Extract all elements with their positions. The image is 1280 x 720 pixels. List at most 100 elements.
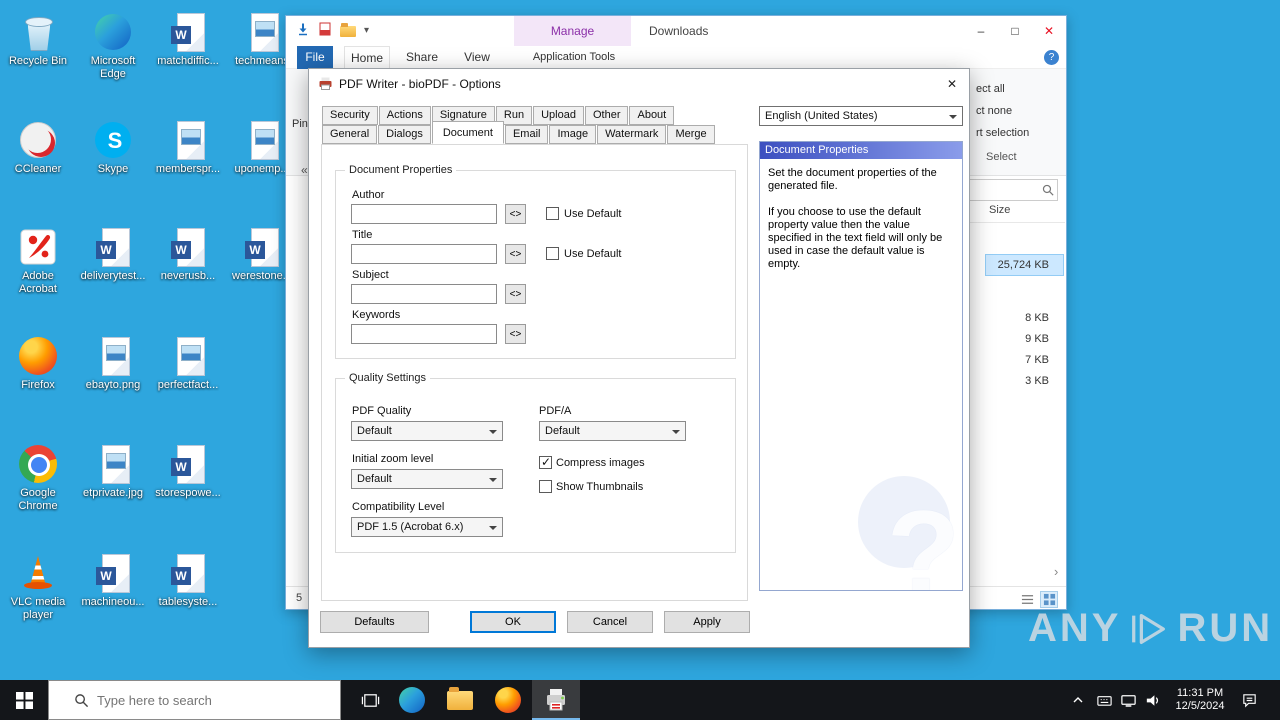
explorer-search-input[interactable] <box>961 181 1039 199</box>
new-folder-icon[interactable] <box>340 23 356 37</box>
tab-actions[interactable]: Actions <box>378 106 431 125</box>
desktop-icon-perfectfact[interactable]: perfectfact... <box>152 336 224 392</box>
maximize-button[interactable]: □ <box>998 16 1032 46</box>
desktop-icon-machineou[interactable]: machineou... <box>77 553 149 609</box>
nav-collapse-chevron[interactable]: « <box>301 163 308 177</box>
tray-touch-keyboard[interactable] <box>1092 680 1116 720</box>
desktop-icon-deliverytest[interactable]: deliverytest... <box>77 227 149 283</box>
tab-general[interactable]: General <box>322 125 378 144</box>
desktop-icon-firefox[interactable]: Firefox <box>2 336 74 392</box>
image-file-icon <box>242 12 282 52</box>
tab-merge[interactable]: Merge <box>667 125 715 144</box>
compress-images-checkbox[interactable] <box>539 455 552 469</box>
tab-dialogs[interactable]: Dialogs <box>378 125 431 144</box>
desktop-icon-storespowe[interactable]: storespowe... <box>152 444 224 500</box>
taskbar-pdf-printer-button-active[interactable] <box>532 680 580 720</box>
taskbar-search-input[interactable] <box>97 692 327 708</box>
desktop-icon-ccleaner[interactable]: CCleaner <box>2 120 74 176</box>
tab-security[interactable]: Security <box>322 106 378 125</box>
pdfa-select[interactable]: Default <box>539 421 686 441</box>
help-button[interactable]: ? <box>1044 50 1059 65</box>
desktop-icon-neverusb[interactable]: neverusb... <box>152 227 224 283</box>
desktop-icon-label: perfectfact... <box>157 379 219 391</box>
minimize-button[interactable]: – <box>964 16 998 46</box>
taskbar-clock[interactable]: 11:31 PM 12/5/2024 <box>1168 680 1232 720</box>
image-file-icon <box>242 120 282 160</box>
tab-image[interactable]: Image <box>549 125 597 144</box>
taskbar-explorer-button[interactable] <box>436 680 484 720</box>
size-column-header[interactable]: Size <box>989 204 1010 216</box>
ribbon-tab-file[interactable]: File <box>297 46 333 69</box>
tray-volume[interactable] <box>1140 680 1164 720</box>
word-document-icon <box>168 227 208 267</box>
subject-macro-button[interactable]: <> <box>505 284 526 304</box>
tab-about[interactable]: About <box>629 106 675 125</box>
tab-email[interactable]: Email <box>504 125 549 144</box>
desktop-icon-matchdiffic[interactable]: matchdiffic... <box>152 12 224 68</box>
action-center-button[interactable] <box>1234 680 1264 720</box>
tray-network[interactable] <box>1116 680 1140 720</box>
title-macro-button[interactable]: <> <box>505 244 526 264</box>
tab-other[interactable]: Other <box>584 106 629 125</box>
compatibility-select[interactable]: PDF 1.5 (Acrobat 6.x) <box>351 517 503 537</box>
taskbar-firefox-button[interactable] <box>484 680 532 720</box>
show-thumbnails-checkbox[interactable] <box>539 480 552 493</box>
cancel-button[interactable]: Cancel <box>567 611 653 633</box>
taskbar-search-box[interactable] <box>48 680 341 720</box>
acrobat-icon <box>18 227 58 267</box>
taskbar-edge-button[interactable] <box>388 680 436 720</box>
keywords-input[interactable] <box>351 324 497 344</box>
language-select[interactable]: English (United States) <box>759 106 963 126</box>
author-macro-button[interactable]: <> <box>505 204 526 224</box>
invert-selection-item[interactable]: rt selection <box>976 127 1029 139</box>
windows-logo-icon <box>15 691 33 709</box>
keywords-macro-button[interactable]: <> <box>505 324 526 344</box>
defaults-button[interactable]: Defaults <box>320 611 429 633</box>
image-file-icon <box>168 120 208 160</box>
desktop-icon-skype[interactable]: Skype <box>77 120 149 176</box>
zoom-select[interactable]: Default <box>351 469 503 489</box>
ribbon-tab-home[interactable]: Home <box>344 46 390 69</box>
scroll-right-arrow[interactable]: › <box>1054 564 1058 579</box>
ribbon-tab-view[interactable]: View <box>454 46 500 69</box>
tray-expand-chevron[interactable] <box>1068 680 1088 720</box>
dialog-titlebar[interactable]: PDF Writer - bioPDF - Options ✕ <box>309 69 969 97</box>
ok-button[interactable]: OK <box>470 611 556 633</box>
select-none-item[interactable]: ct none <box>976 105 1012 117</box>
pin-button-partial[interactable]: Pin <box>292 118 308 130</box>
close-button[interactable]: ✕ <box>1032 16 1066 46</box>
title-use-default-checkbox[interactable] <box>546 247 559 260</box>
explorer-search-box[interactable] <box>958 179 1058 201</box>
author-input[interactable] <box>351 204 497 224</box>
desktop-icon-ebayto-png[interactable]: ebayto.png <box>77 336 149 392</box>
customize-toolbar-chevron-icon[interactable]: ▾ <box>364 25 369 36</box>
desktop-icon-adobe-acrobat[interactable]: Adobe Acrobat <box>2 227 74 296</box>
tab-watermark[interactable]: Watermark <box>597 125 667 144</box>
desktop-icon-vlc[interactable]: VLC media player <box>2 553 74 622</box>
tab-document-selected[interactable]: Document <box>431 121 504 144</box>
desktop-icon-microsoft-edge[interactable]: Microsoft Edge <box>77 12 149 81</box>
dialog-title: PDF Writer - bioPDF - Options <box>339 77 501 91</box>
title-input[interactable] <box>351 244 497 264</box>
task-view-button[interactable] <box>348 680 392 720</box>
desktop-icon-recycle-bin[interactable]: Recycle Bin <box>2 12 74 68</box>
manage-tool-tab[interactable]: Manage <box>514 16 631 46</box>
tab-upload[interactable]: Upload <box>533 106 584 125</box>
desktop-icon-tablesyste[interactable]: tablesyste... <box>152 553 224 609</box>
explorer-titlebar[interactable]: ▾ Manage Downloads – □ ✕ <box>286 16 1066 46</box>
subject-input[interactable] <box>351 284 497 304</box>
properties-icon[interactable] <box>318 22 332 39</box>
pdf-quality-select[interactable]: Default <box>351 421 503 441</box>
desktop-icon-google-chrome[interactable]: Google Chrome <box>2 444 74 513</box>
apply-button[interactable]: Apply <box>664 611 750 633</box>
select-all-item[interactable]: ect all <box>976 83 1005 95</box>
quality-settings-group: Quality Settings PDF Quality Default PDF… <box>335 372 736 553</box>
start-button[interactable] <box>0 680 48 720</box>
ribbon-tab-share[interactable]: Share <box>398 46 446 69</box>
ribbon-tab-application-tools[interactable]: Application Tools <box>526 46 622 69</box>
dialog-close-icon[interactable]: ✕ <box>943 75 961 93</box>
desktop-icon-etprivate-jpg[interactable]: etprivate.jpg <box>77 444 149 500</box>
ribbon-tab-bar: File Home Share View Application Tools ? <box>286 46 1066 69</box>
desktop-icon-memberspr[interactable]: memberspr... <box>152 120 224 176</box>
author-use-default-checkbox[interactable] <box>546 207 559 220</box>
